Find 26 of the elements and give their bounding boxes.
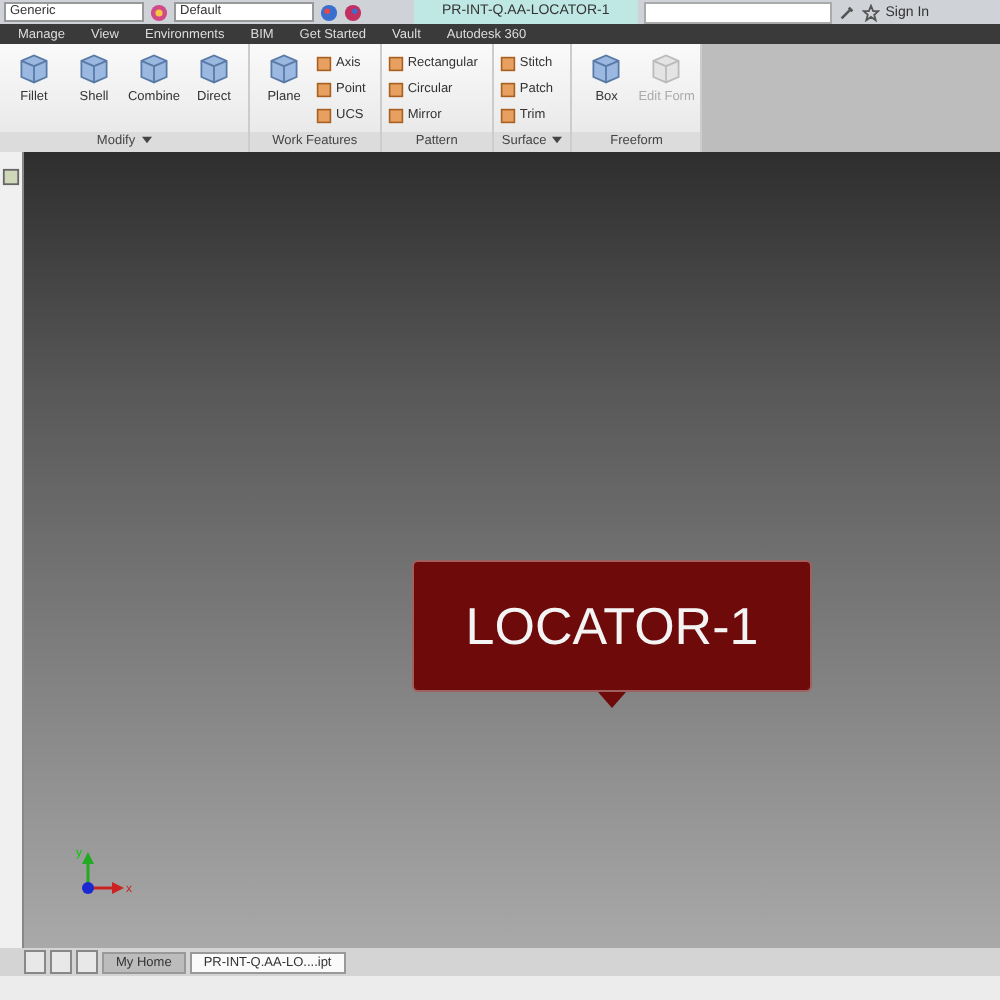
tooltip-text: LOCATOR-1 [465, 595, 759, 657]
palette-icon[interactable] [320, 3, 338, 21]
color-wheel-icon[interactable] [150, 3, 168, 21]
star-icon[interactable] [861, 3, 880, 21]
cube-icon [136, 50, 172, 86]
square-icon [316, 107, 332, 123]
cube-icon [76, 50, 112, 86]
cube-icon [266, 50, 302, 86]
square-icon [387, 55, 404, 71]
cube-icon [196, 50, 232, 86]
caret-icon [141, 136, 152, 144]
document-icon[interactable] [2, 168, 20, 186]
square-icon [316, 55, 332, 71]
search-field[interactable] [643, 1, 832, 23]
caret-icon [552, 136, 563, 144]
square-icon [499, 107, 516, 123]
square-icon [387, 107, 404, 123]
square-icon [316, 81, 332, 97]
square-icon [499, 81, 516, 97]
square-icon [499, 55, 516, 71]
cube-icon [16, 50, 52, 86]
square-icon [387, 81, 404, 97]
cube-icon [588, 50, 625, 86]
wrench-icon[interactable] [837, 3, 856, 21]
cube-icon [648, 50, 685, 86]
palette-icon[interactable] [344, 3, 362, 21]
